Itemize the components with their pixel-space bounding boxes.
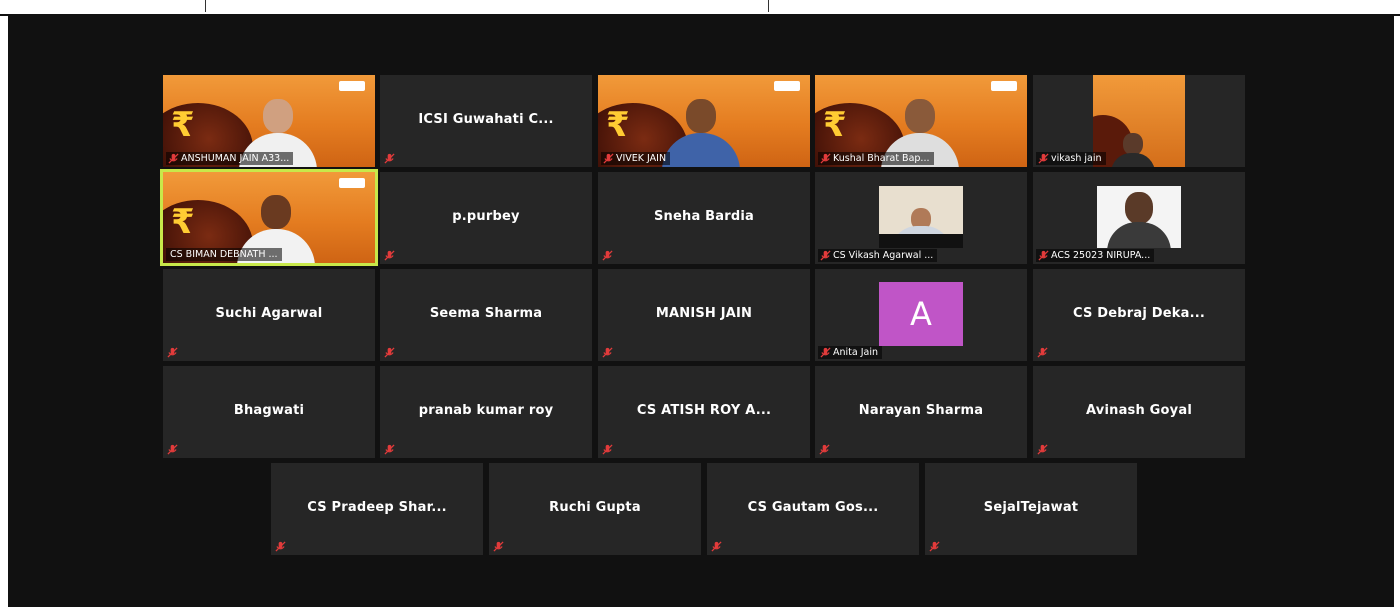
participant-name: Narayan Sharma xyxy=(858,402,984,418)
participant-tile[interactable]: Ruchi Gupta xyxy=(489,463,701,555)
participant-tile[interactable]: ACS 25023 NIRUPA... xyxy=(1033,172,1245,264)
participant-name: Sneha Bardia xyxy=(653,208,754,224)
participant-name-label: ACS 25023 NIRUPA... xyxy=(1036,249,1155,262)
participant-name: CS BIMAN DEBNATH ... xyxy=(170,249,278,260)
participant-name: MANISH JAIN xyxy=(655,305,753,321)
participant-name: CS Debraj Deka... xyxy=(1073,305,1205,321)
mic-muted-icon xyxy=(711,541,722,552)
gallery-view: ₹ ANSHUMAN JAIN A33... ICSI Guwahati C..… xyxy=(8,14,1394,607)
mic-muted-icon xyxy=(820,347,831,358)
mic-muted-icon xyxy=(820,250,831,261)
participant-tile[interactable]: SejalTejawat xyxy=(925,463,1137,555)
participant-video xyxy=(1097,186,1181,248)
participant-name-label: CS Vikash Agarwal ... xyxy=(818,249,938,262)
participant-name: CS Vikash Agarwal ... xyxy=(833,250,934,261)
participant-tile[interactable]: CS Gautam Gos... xyxy=(707,463,919,555)
participant-name-label: ANSHUMAN JAIN A33... xyxy=(166,152,294,165)
mic-muted-icon xyxy=(1037,347,1048,358)
participant-name: CS Gautam Gos... xyxy=(747,499,879,515)
participant-video xyxy=(1093,75,1185,167)
participant-tile[interactable]: Avinash Goyal xyxy=(1033,366,1245,458)
participant-name: SejalTejawat xyxy=(983,499,1079,515)
divider xyxy=(205,0,206,12)
participant-name: CS Pradeep Shar... xyxy=(307,499,447,515)
mic-muted-icon xyxy=(603,153,614,164)
participant-name: ICSI Guwahati C... xyxy=(418,111,554,127)
mic-muted-icon xyxy=(167,347,178,358)
participant-name: Anita Jain xyxy=(833,347,879,358)
participant-tile[interactable]: Bhagwati xyxy=(163,366,375,458)
participant-tile[interactable]: A Anita Jain xyxy=(815,269,1027,361)
participant-tile[interactable]: ICSI Guwahati C... xyxy=(380,75,592,167)
avatar: A xyxy=(879,282,963,346)
participant-name: Avinash Goyal xyxy=(1086,402,1192,418)
mic-muted-icon xyxy=(275,541,286,552)
mic-muted-icon xyxy=(602,444,613,455)
participant-tile-active-speaker[interactable]: ₹ CS BIMAN DEBNATH ... xyxy=(160,169,378,266)
participant-tile[interactable]: Seema Sharma xyxy=(380,269,592,361)
participant-name-label: Anita Jain xyxy=(818,346,883,359)
participant-tile[interactable]: pranab kumar roy xyxy=(380,366,592,458)
participant-video xyxy=(879,186,963,248)
participant-name: p.purbey xyxy=(452,208,520,224)
participant-name: Kushal Bharat Bap... xyxy=(833,153,930,164)
participant-name: VIVEK JAIN xyxy=(616,153,667,164)
mic-muted-icon xyxy=(929,541,940,552)
participant-tile[interactable]: CS ATISH ROY A... xyxy=(598,366,810,458)
mic-muted-icon xyxy=(493,541,504,552)
mic-muted-icon xyxy=(1038,153,1049,164)
mic-muted-icon xyxy=(167,444,178,455)
participant-name: ACS 25023 NIRUPA... xyxy=(1051,250,1151,261)
mic-muted-icon xyxy=(1038,250,1049,261)
mic-muted-icon xyxy=(820,153,831,164)
divider xyxy=(768,0,769,12)
participant-tile[interactable]: ₹ ANSHUMAN JAIN A33... xyxy=(163,75,375,167)
participant-name-label: Kushal Bharat Bap... xyxy=(818,152,934,165)
participant-tile[interactable]: ₹ VIVEK JAIN xyxy=(598,75,810,167)
mic-muted-icon xyxy=(602,250,613,261)
participant-name: CS ATISH ROY A... xyxy=(636,402,772,418)
participant-name: vikash jain xyxy=(1051,153,1102,164)
participant-name: Bhagwati xyxy=(233,402,305,418)
participant-name: pranab kumar roy xyxy=(418,402,554,418)
participant-tile[interactable]: vikash jain xyxy=(1033,75,1245,167)
mic-muted-icon xyxy=(1037,444,1048,455)
participant-name-label: CS BIMAN DEBNATH ... xyxy=(166,248,282,261)
participant-name: ANSHUMAN JAIN A33... xyxy=(181,153,290,164)
mic-muted-icon xyxy=(819,444,830,455)
mic-muted-icon xyxy=(602,347,613,358)
mic-muted-icon xyxy=(384,347,395,358)
participant-tile[interactable]: CS Vikash Agarwal ... xyxy=(815,172,1027,264)
participant-tile[interactable]: Sneha Bardia xyxy=(598,172,810,264)
participant-tile[interactable]: Narayan Sharma xyxy=(815,366,1027,458)
mic-muted-icon xyxy=(384,444,395,455)
mic-muted-icon xyxy=(384,153,395,164)
participant-name-label: vikash jain xyxy=(1036,152,1106,165)
participant-tile[interactable]: MANISH JAIN xyxy=(598,269,810,361)
participant-tile[interactable]: CS Debraj Deka... xyxy=(1033,269,1245,361)
participant-name: Seema Sharma xyxy=(429,305,543,321)
participant-tile[interactable]: Suchi Agarwal xyxy=(163,269,375,361)
participant-name: Suchi Agarwal xyxy=(215,305,323,321)
participant-name-label: VIVEK JAIN xyxy=(601,152,671,165)
mic-muted-icon xyxy=(384,250,395,261)
participant-name: Ruchi Gupta xyxy=(549,499,641,515)
participant-tile[interactable]: p.purbey xyxy=(380,172,592,264)
participant-tile[interactable]: ₹ Kushal Bharat Bap... xyxy=(815,75,1027,167)
participant-tile[interactable]: CS Pradeep Shar... xyxy=(271,463,483,555)
mic-muted-icon xyxy=(168,153,179,164)
